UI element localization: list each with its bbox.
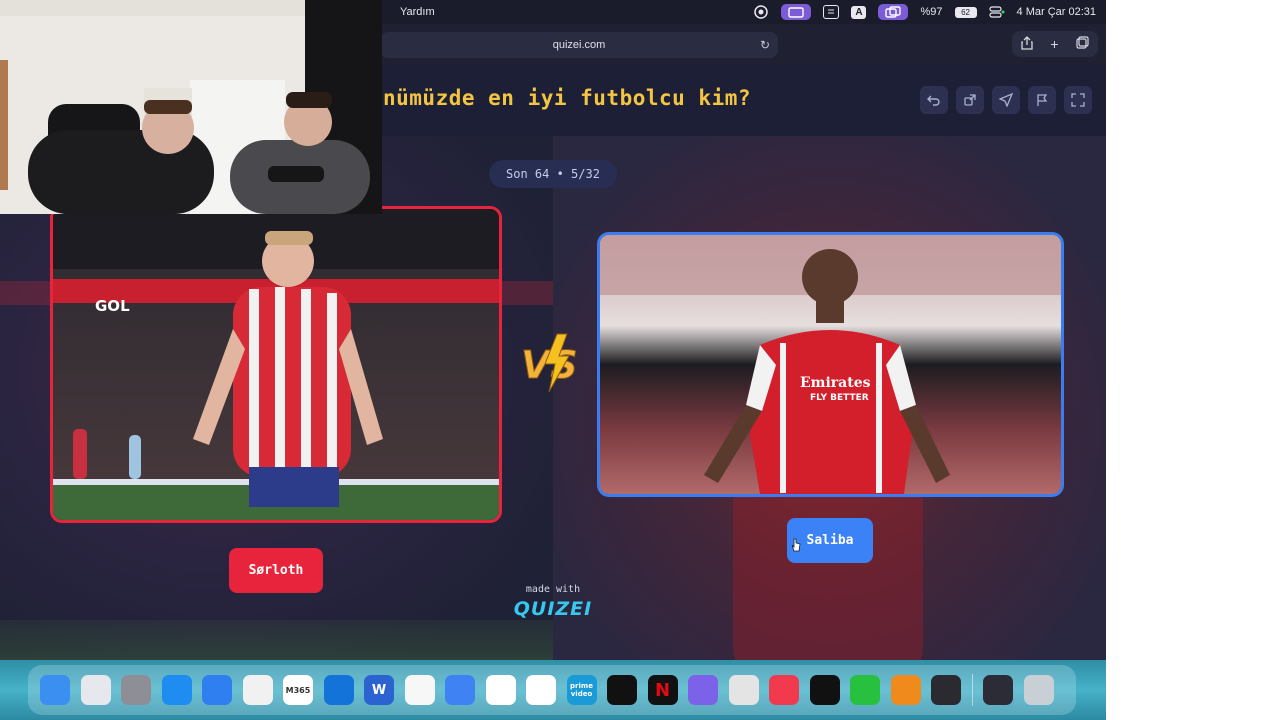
menubar-datetime[interactable]: 4 Mar Çar 02:31 — [1017, 6, 1096, 18]
send-icon[interactable] — [992, 86, 1020, 114]
battery-percent: %97 — [920, 6, 943, 18]
control-center-icon[interactable] — [988, 5, 1005, 19]
system-settings-icon[interactable] — [121, 675, 151, 705]
notes-icon[interactable] — [823, 5, 840, 19]
fullscreen-icon[interactable] — [1064, 86, 1092, 114]
vs-icon: VS — [521, 333, 578, 393]
trash-icon[interactable] — [1023, 675, 1054, 705]
reload-icon[interactable]: ↻ — [760, 38, 770, 52]
freeform-icon[interactable] — [404, 675, 435, 705]
share-icon[interactable] — [1021, 35, 1033, 53]
webcam-image — [0, 0, 382, 214]
share-icon[interactable] — [956, 86, 984, 114]
netflix-icon[interactable]: N — [647, 675, 678, 705]
chrome-icon[interactable] — [242, 675, 273, 705]
blank-area — [1106, 0, 1280, 720]
word-icon[interactable]: W — [364, 675, 394, 705]
launchpad-icon[interactable] — [80, 675, 111, 705]
url-text: quizei.com — [552, 39, 606, 51]
quizei-logo[interactable]: QUIZEI — [511, 598, 595, 620]
browser-tools: + — [1012, 31, 1098, 57]
obs-icon[interactable] — [931, 675, 961, 705]
infuse-icon[interactable] — [688, 675, 718, 705]
battery-icon[interactable]: 62 — [954, 6, 977, 18]
whatsapp-icon[interactable] — [850, 675, 880, 705]
left-option-card[interactable]: GOL — [50, 206, 502, 523]
obs-record-icon[interactable] — [607, 675, 637, 705]
m365-icon[interactable]: M365 — [283, 675, 313, 705]
prime-video-icon[interactable]: prime video — [566, 675, 597, 705]
stage-manager-icon[interactable] — [878, 4, 909, 20]
status-area: A %97 62 4 Mar Çar 02:31 — [753, 3, 1096, 21]
music-icon[interactable] — [769, 675, 799, 705]
left-choice-button[interactable]: Sørloth — [229, 548, 323, 593]
round-badge: Son 64 • 5/32 — [489, 160, 617, 188]
dock-separator — [971, 674, 973, 706]
webcam-overlay — [0, 0, 382, 214]
dock: M365 Wprime video N — [28, 665, 1076, 715]
gemini-icon[interactable] — [485, 675, 516, 705]
fl-studio-icon[interactable] — [890, 675, 921, 705]
safari-icon[interactable] — [202, 675, 232, 705]
youtube-icon[interactable] — [728, 675, 759, 705]
shirt-sponsor-2: FLY BETTER — [810, 393, 869, 403]
tabs-icon[interactable] — [1076, 36, 1089, 52]
quiz-tools — [920, 86, 1092, 114]
made-with-label: made with — [525, 584, 581, 595]
shirt-sponsor: Emirates — [800, 375, 871, 391]
vs-text: VS — [521, 343, 578, 387]
address-bar[interactable]: quizei.com ↻ — [380, 32, 778, 58]
right-player-photo — [600, 235, 1061, 494]
recent-window-icon[interactable] — [983, 675, 1013, 705]
app-store-icon[interactable] — [161, 675, 192, 705]
plus-icon[interactable]: + — [1050, 36, 1058, 52]
finder-icon[interactable] — [40, 675, 70, 705]
chatgpt-icon[interactable] — [526, 675, 556, 705]
quiz-game-area: Son 64 • 5/32 GOL Emirates FLY BETTER VS… — [0, 136, 1106, 660]
input-source-icon[interactable]: A — [851, 5, 867, 19]
screen: Yardım A %97 62 4 Mar Çar 02:31 quizei.c… — [0, 0, 1106, 720]
creative-cloud-icon[interactable] — [753, 5, 769, 19]
undo-icon[interactable] — [920, 86, 948, 114]
left-player-photo — [53, 209, 499, 520]
outlook-icon[interactable] — [323, 675, 354, 705]
left-banner-text: GOL — [95, 297, 130, 315]
spotify-icon[interactable] — [809, 675, 840, 705]
right-option-card[interactable]: Emirates FLY BETTER — [597, 232, 1064, 497]
flag-icon[interactable] — [1028, 86, 1056, 114]
menu-help[interactable]: Yardım — [400, 6, 435, 18]
screen-mirroring-icon[interactable] — [781, 4, 812, 20]
mouse-cursor-icon — [791, 538, 801, 552]
translate-icon[interactable] — [445, 675, 475, 705]
quiz-question: nümüzde en iyi futbolcu kim? — [383, 86, 752, 110]
